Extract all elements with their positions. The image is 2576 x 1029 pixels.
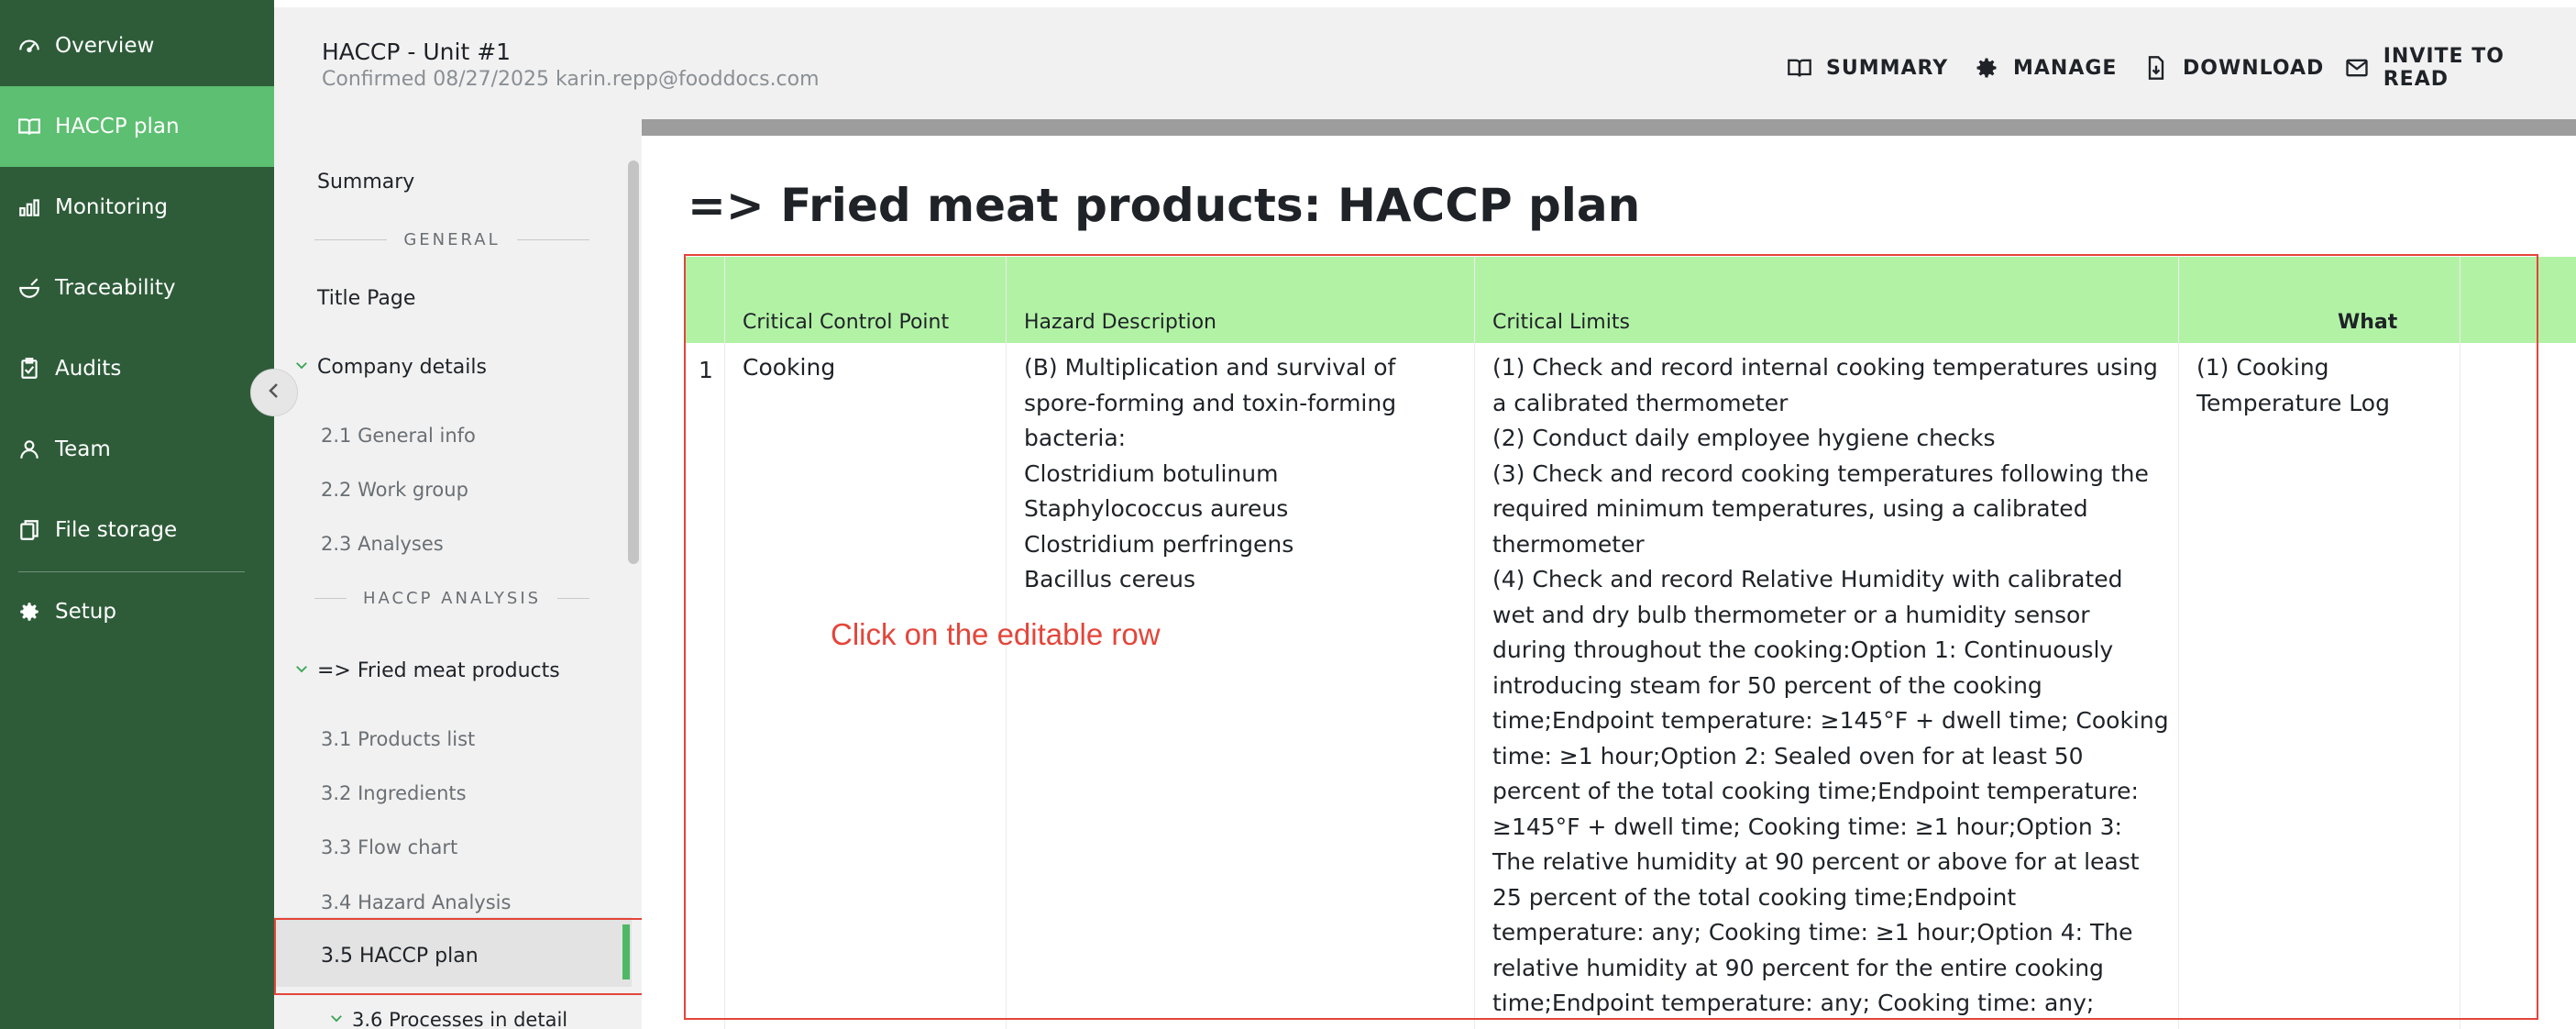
nav-item-label: File storage (55, 518, 178, 542)
sidebar-item-general-info[interactable]: 2.1 General info (321, 425, 476, 447)
sidebar-item-company-details[interactable]: Company details (293, 356, 487, 379)
sidebar-item-ingredients[interactable]: 3.2 Ingredients (321, 782, 467, 804)
download-button-label: DOWNLOAD (2183, 56, 2325, 80)
sidebar-item-title-page[interactable]: Title Page (317, 287, 415, 310)
download-file-icon (2142, 54, 2170, 82)
manage-button[interactable]: MANAGE (1973, 51, 2117, 84)
invite-to-read-button[interactable]: INVITE TO READ (2343, 45, 2576, 91)
bar-chart-icon (16, 194, 43, 221)
collapse-sidebar-button[interactable] (250, 369, 298, 416)
annotation-highlight-table (684, 254, 2538, 1020)
main-navigation: Overview HACCP plan Monitoring Traceabil… (0, 0, 274, 1029)
chevron-down-icon (293, 659, 312, 682)
summary-button-label: SUMMARY (1826, 56, 1949, 80)
bowl-icon (16, 274, 43, 302)
document-confirmation: Confirmed 08/27/2025 karin.repp@fooddocs… (322, 68, 820, 91)
summary-button[interactable]: SUMMARY (1786, 51, 1948, 84)
chevron-down-icon (293, 356, 312, 379)
nav-item-haccp-plan[interactable]: HACCP plan (0, 86, 274, 167)
nav-item-team[interactable]: Team (0, 409, 274, 490)
sidebar-item-products-list[interactable]: 3.1 Products list (321, 728, 475, 750)
chevron-down-icon (328, 1009, 347, 1029)
page-title: => Fried meat products: HACCP plan (688, 179, 1641, 232)
file-copy-icon (16, 516, 43, 544)
nav-item-setup[interactable]: Setup (0, 571, 274, 652)
nav-item-monitoring[interactable]: Monitoring (0, 167, 274, 248)
book-icon (16, 113, 43, 140)
nav-item-traceability[interactable]: Traceability (0, 248, 274, 328)
document-sidebar: Summary GENERAL Title Page Company detai… (274, 119, 642, 1029)
annotation-highlight-sidebar (274, 918, 644, 995)
manage-button-label: MANAGE (2013, 56, 2118, 80)
document-title: HACCP - Unit #1 (322, 39, 512, 65)
nav-item-label: Overview (55, 34, 155, 58)
nav-item-audits[interactable]: Audits (0, 328, 274, 409)
nav-item-label: HACCP plan (55, 115, 180, 138)
sidebar-item-summary[interactable]: Summary (317, 171, 414, 194)
nav-item-overview[interactable]: Overview (0, 6, 274, 86)
book-open-icon (1786, 54, 1813, 82)
nav-item-file-storage[interactable]: File storage (0, 490, 274, 570)
gear-icon (16, 598, 43, 625)
sidebar-item-work-group[interactable]: 2.2 Work group (321, 479, 468, 501)
envelope-icon (2343, 54, 2371, 82)
sidebar-item-fried-meat-products[interactable]: => Fried meat products (293, 659, 560, 682)
document-header: HACCP - Unit #1 Confirmed 08/27/2025 kar… (274, 0, 2576, 119)
section-heading-haccp-analysis: HACCP ANALYSIS (298, 589, 606, 608)
sidebar-item-analyses[interactable]: 2.3 Analyses (321, 533, 444, 555)
sidebar-item-hazard-analysis[interactable]: 3.4 Hazard Analysis (321, 891, 511, 913)
scroll-progress-strip (642, 119, 2576, 136)
nav-item-label: Monitoring (55, 195, 168, 219)
sidebar-item-processes-in-detail[interactable]: 3.6 Processes in detail (321, 1009, 567, 1029)
nav-item-label: Team (55, 437, 111, 461)
download-button[interactable]: DOWNLOAD (2142, 51, 2324, 84)
nav-item-label: Setup (55, 600, 116, 624)
clipboard-icon (16, 355, 43, 382)
invite-button-label: INVITE TO READ (2383, 45, 2504, 91)
nav-item-label: Audits (55, 357, 122, 381)
sidebar-scrollbar[interactable] (628, 160, 639, 564)
gauge-icon (16, 32, 43, 60)
nav-item-label: Traceability (55, 276, 176, 300)
chevron-left-icon (263, 380, 285, 405)
user-icon (16, 436, 43, 463)
section-heading-general: GENERAL (298, 230, 606, 249)
sidebar-item-flow-chart[interactable]: 3.3 Flow chart (321, 836, 457, 858)
gear-icon (1973, 54, 2000, 82)
